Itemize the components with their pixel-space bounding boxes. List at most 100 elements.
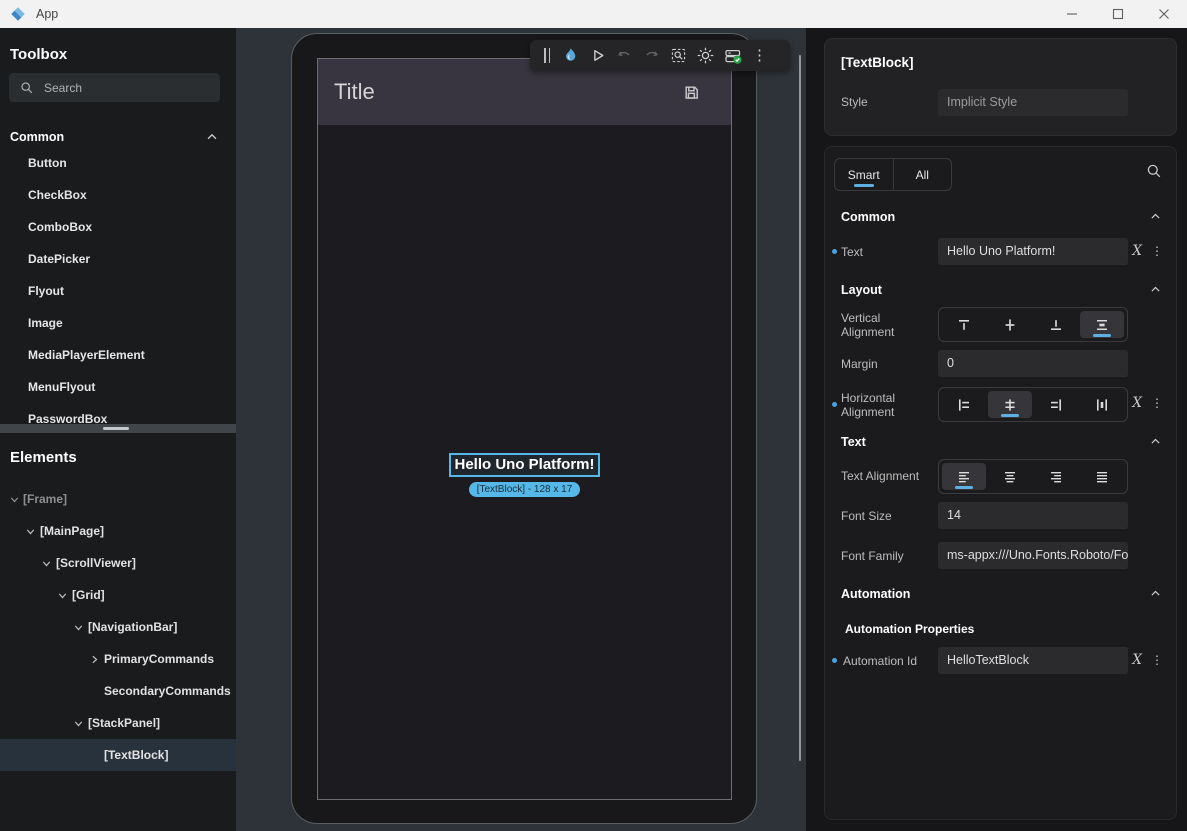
- text-align-justify-button[interactable]: [1080, 463, 1124, 490]
- search-icon: [20, 81, 34, 95]
- chevron-down-icon[interactable]: [56, 589, 69, 602]
- tree-item-label: [MainPage]: [40, 524, 104, 538]
- toolbox-item-combobox[interactable]: ComboBox: [0, 211, 236, 243]
- vertical-alignment-group: [938, 307, 1128, 342]
- toolbox-title: Toolbox: [10, 46, 67, 63]
- preview-page-title: Title: [334, 79, 375, 105]
- redo-icon[interactable]: [638, 40, 665, 71]
- chevron-up-icon[interactable]: [1149, 587, 1162, 600]
- device-screen[interactable]: Title Hello Uno Platform! [TextBlock] - …: [317, 58, 732, 800]
- more-menu-icon[interactable]: ⋮: [1151, 397, 1163, 409]
- tree-item-label: [StackPanel]: [88, 716, 160, 730]
- toolbox-item-image[interactable]: Image: [0, 307, 236, 339]
- halign-stretch-button[interactable]: [1080, 391, 1124, 418]
- horizontal-alignment-group: [938, 387, 1128, 422]
- chevron-down-icon[interactable]: [24, 525, 37, 538]
- toolbar-drag-handle[interactable]: [539, 40, 555, 71]
- valign-bottom-button[interactable]: [1034, 311, 1078, 338]
- text-align-left-button[interactable]: [942, 463, 986, 490]
- tree-item-stackpanel[interactable]: [StackPanel]: [0, 707, 236, 739]
- chevron-down-icon[interactable]: [8, 493, 21, 506]
- halign-right-button[interactable]: [1034, 391, 1078, 418]
- chevron-down-icon[interactable]: [40, 557, 53, 570]
- text-alignment-group: [938, 459, 1128, 494]
- search-icon[interactable]: [1146, 163, 1162, 179]
- tab-smart[interactable]: Smart: [835, 159, 893, 190]
- valign-top-button[interactable]: [942, 311, 986, 338]
- toolbox-item-flyout[interactable]: Flyout: [0, 275, 236, 307]
- section-automation[interactable]: Automation: [841, 587, 910, 601]
- modified-dot: [832, 658, 837, 663]
- tree-item-grid[interactable]: [Grid]: [0, 579, 236, 611]
- search-input[interactable]: [44, 81, 204, 95]
- markup-extension-icon[interactable]: X: [1132, 395, 1142, 411]
- chevron-up-icon[interactable]: [1149, 210, 1162, 223]
- margin-label: Margin: [841, 357, 878, 371]
- tab-all[interactable]: All: [893, 159, 952, 190]
- inspect-element-icon[interactable]: [665, 40, 692, 71]
- toolbox-item-list: Button CheckBox ComboBox DatePicker Flyo…: [0, 147, 236, 435]
- save-icon[interactable]: [682, 83, 701, 102]
- section-layout[interactable]: Layout: [841, 283, 882, 297]
- close-button[interactable]: [1141, 0, 1187, 28]
- tree-item-secondarycommands[interactable]: SecondaryCommands: [0, 675, 236, 707]
- toolbox-item-button[interactable]: Button: [0, 147, 236, 179]
- text-alignment-label: Text Alignment: [841, 469, 919, 483]
- chevron-up-icon: [205, 130, 219, 144]
- markup-extension-icon[interactable]: X: [1132, 652, 1142, 668]
- text-align-right-button[interactable]: [1034, 463, 1078, 490]
- toolbox-item-menuflyout[interactable]: MenuFlyout: [0, 371, 236, 403]
- halign-left-button[interactable]: [942, 391, 986, 418]
- server-connected-icon[interactable]: [719, 40, 746, 71]
- window-title: App: [36, 7, 58, 21]
- undo-icon[interactable]: [611, 40, 638, 71]
- section-common[interactable]: Common: [841, 210, 895, 224]
- text-align-center-button[interactable]: [988, 463, 1032, 490]
- chevron-up-icon[interactable]: [1149, 435, 1162, 448]
- halign-center-button[interactable]: [988, 391, 1032, 418]
- tree-item-mainpage[interactable]: [MainPage]: [0, 515, 236, 547]
- toolbox-item-checkbox[interactable]: CheckBox: [0, 179, 236, 211]
- chevron-up-icon[interactable]: [1149, 283, 1162, 296]
- style-input[interactable]: Implicit Style: [938, 89, 1128, 116]
- toolbox-horizontal-scrollbar[interactable]: [0, 424, 236, 433]
- canvas-vertical-scrollbar[interactable]: [799, 55, 801, 761]
- theme-brightness-icon[interactable]: [692, 40, 719, 71]
- margin-input[interactable]: 0: [938, 350, 1128, 377]
- hot-design-flame-icon[interactable]: [557, 40, 584, 71]
- toolbox-search[interactable]: [9, 73, 220, 102]
- font-size-input[interactable]: 14: [938, 502, 1128, 529]
- tree-item-label: SecondaryCommands: [104, 684, 231, 698]
- more-menu-icon[interactable]: ⋮: [1151, 245, 1163, 257]
- selected-textblock[interactable]: Hello Uno Platform!: [449, 453, 599, 477]
- maximize-button[interactable]: [1095, 0, 1141, 28]
- valign-center-button[interactable]: [988, 311, 1032, 338]
- tree-item-primarycommands[interactable]: PrimaryCommands: [0, 643, 236, 675]
- text-label: Text: [841, 245, 863, 259]
- font-family-input[interactable]: ms-appx:///Uno.Fonts.Roboto/Font: [938, 542, 1128, 569]
- toolbox-item-mediaplayerelement[interactable]: MediaPlayerElement: [0, 339, 236, 371]
- chevron-down-icon[interactable]: [72, 717, 85, 730]
- markup-extension-icon[interactable]: X: [1132, 243, 1142, 259]
- tree-item-frame[interactable]: [Frame]: [0, 483, 236, 515]
- automation-id-input[interactable]: HelloTextBlock: [938, 647, 1128, 674]
- tree-item-navigationbar[interactable]: [NavigationBar]: [0, 611, 236, 643]
- properties-card: Smart All Common Text Hello Uno Platform…: [824, 146, 1177, 820]
- toolbox-item-datepicker[interactable]: DatePicker: [0, 243, 236, 275]
- valign-stretch-button[interactable]: [1080, 311, 1124, 338]
- text-input[interactable]: Hello Uno Platform!: [938, 238, 1128, 265]
- more-menu-icon[interactable]: ⋮: [1151, 654, 1163, 666]
- tree-item-scrollviewer[interactable]: [ScrollViewer]: [0, 547, 236, 579]
- window-titlebar: App: [0, 0, 1187, 28]
- tree-item-textblock[interactable]: [TextBlock]: [0, 739, 236, 771]
- halign-markup-actions: X ⋮: [1132, 395, 1163, 411]
- play-icon[interactable]: [584, 40, 611, 71]
- scrollbar-thumb[interactable]: [103, 427, 129, 430]
- more-menu-icon[interactable]: ⋮: [746, 40, 773, 71]
- section-text[interactable]: Text: [841, 435, 866, 449]
- chevron-right-icon[interactable]: [88, 653, 101, 666]
- elements-title: Elements: [10, 449, 77, 466]
- chevron-down-icon[interactable]: [72, 621, 85, 634]
- modified-dot: [832, 249, 837, 254]
- minimize-button[interactable]: [1049, 0, 1095, 28]
